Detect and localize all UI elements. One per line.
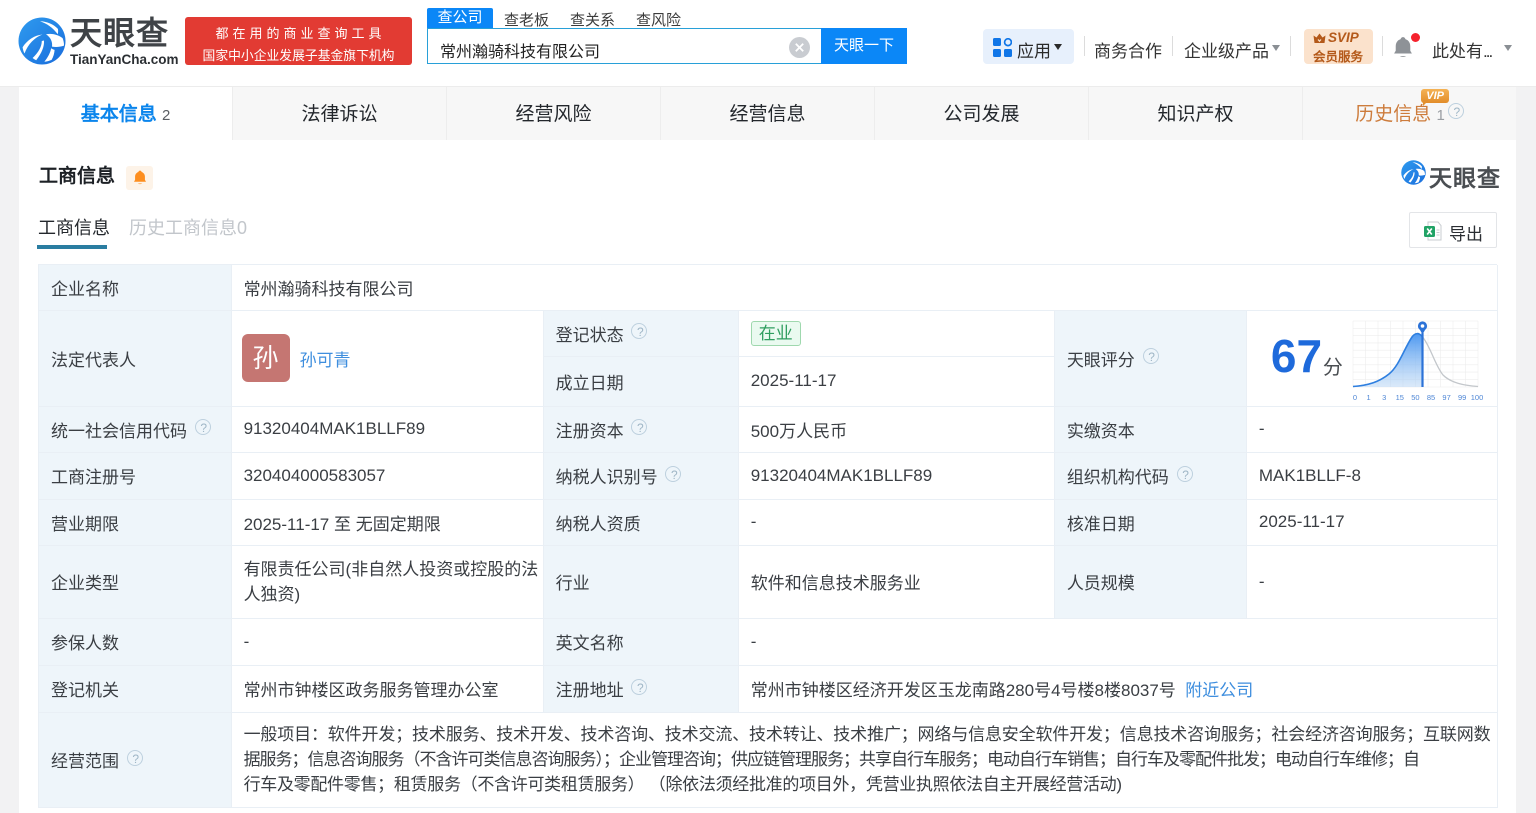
- svg-text:0: 0: [1353, 393, 1357, 402]
- svg-text:99: 99: [1458, 393, 1466, 402]
- svg-text:15: 15: [1396, 393, 1404, 402]
- svg-text:50: 50: [1411, 393, 1419, 402]
- svg-text:85: 85: [1427, 393, 1435, 402]
- svg-text:97: 97: [1442, 393, 1450, 402]
- svg-text:3: 3: [1382, 393, 1386, 402]
- svg-text:1: 1: [1366, 393, 1370, 402]
- svg-text:100: 100: [1471, 393, 1484, 402]
